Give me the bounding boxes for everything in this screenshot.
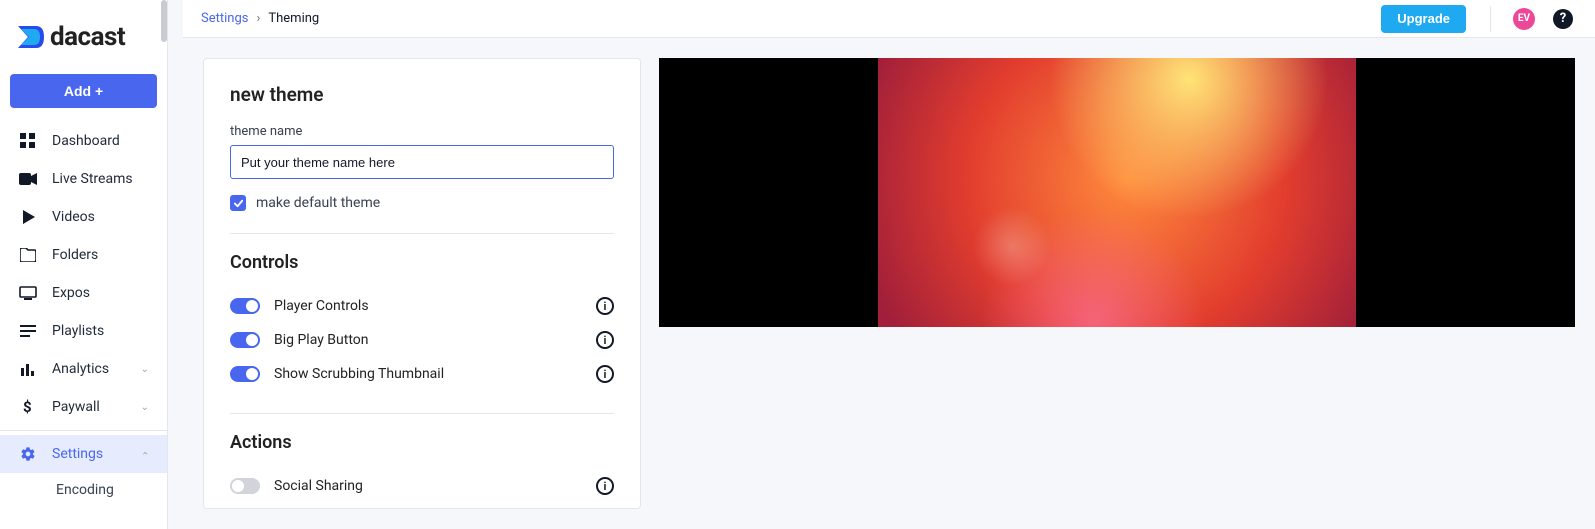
help-icon[interactable]: ? (1553, 9, 1573, 29)
controls-title: Controls (230, 252, 614, 273)
folder-icon (18, 248, 38, 262)
sidebar-item-live-streams[interactable]: Live Streams (0, 160, 167, 198)
dollar-icon: $ (18, 399, 38, 415)
nav-label: Paywall (52, 399, 100, 415)
chevron-down-icon: ⌄ (141, 364, 149, 375)
default-theme-checkbox[interactable] (230, 195, 246, 211)
theme-name-input[interactable] (230, 145, 614, 179)
camera-icon (18, 173, 38, 185)
info-icon[interactable]: i (596, 365, 614, 383)
sidebar-item-analytics[interactable]: Analytics ⌄ (0, 350, 167, 388)
divider (230, 413, 614, 414)
divider (230, 233, 614, 234)
toggle-label: Big Play Button (274, 332, 369, 348)
nav-divider (0, 430, 167, 431)
chevron-right-icon: › (256, 11, 260, 26)
toggle-label: Player Controls (274, 298, 369, 314)
nav-label: Settings (52, 446, 103, 462)
nav-sub-label: Encoding (56, 482, 114, 498)
nav-label: Playlists (52, 323, 104, 339)
toggle-big-play-button[interactable] (230, 332, 260, 348)
play-icon (18, 210, 38, 224)
brand-name: dacast (50, 22, 125, 52)
monitor-icon (18, 286, 38, 300)
nav: Dashboard Live Streams Videos Folders Ex… (0, 122, 167, 529)
panel-title: new theme (230, 83, 614, 106)
toggle-row-embed-code: Embed Code i (230, 503, 614, 509)
breadcrumb-root[interactable]: Settings (201, 11, 248, 26)
toggle-row-social-sharing: Social Sharing i (230, 469, 614, 503)
toggle-social-sharing[interactable] (230, 478, 260, 494)
nav-label: Videos (52, 209, 95, 225)
bars-icon (18, 362, 38, 376)
breadcrumb-current: Theming (268, 11, 319, 26)
theme-name-label: theme name (230, 124, 614, 139)
nav-label: Expos (52, 285, 90, 301)
sidebar-subitem-encoding[interactable]: Encoding (0, 473, 167, 507)
toggle-label: Social Sharing (274, 478, 363, 494)
check-icon (233, 198, 244, 209)
sidebar-item-settings[interactable]: Settings ⌄ (0, 435, 167, 473)
sidebar-item-playlists[interactable]: Playlists (0, 312, 167, 350)
divider (1490, 6, 1491, 32)
info-icon[interactable]: i (596, 297, 614, 315)
sidebar: dacast Add + Dashboard Live Streams Vide… (0, 0, 168, 529)
sidebar-item-dashboard[interactable]: Dashboard (0, 122, 167, 160)
toggle-player-controls[interactable] (230, 298, 260, 314)
toggle-row-big-play-button: Big Play Button i (230, 323, 614, 357)
default-theme-label: make default theme (256, 195, 380, 211)
chevron-up-icon: ⌄ (141, 449, 149, 460)
main: new theme theme name make default theme … (183, 38, 1595, 529)
svg-text:$: $ (23, 399, 32, 415)
nav-label: Analytics (52, 361, 109, 377)
sidebar-item-videos[interactable]: Videos (0, 198, 167, 236)
sidebar-item-paywall[interactable]: $ Paywall ⌄ (0, 388, 167, 426)
sidebar-item-expos[interactable]: Expos (0, 274, 167, 312)
playlist-icon (18, 325, 38, 337)
sidebar-item-folders[interactable]: Folders (0, 236, 167, 274)
info-icon[interactable]: i (596, 477, 614, 495)
nav-label: Dashboard (52, 133, 120, 149)
theme-panel: new theme theme name make default theme … (203, 58, 641, 509)
toggle-row-scrubbing-thumbnail: Show Scrubbing Thumbnail i (230, 357, 614, 391)
video-preview[interactable] (659, 58, 1575, 327)
logo: dacast (0, 0, 167, 66)
toggle-scrubbing-thumbnail[interactable] (230, 366, 260, 382)
info-icon[interactable]: i (596, 331, 614, 349)
toggle-label: Show Scrubbing Thumbnail (274, 366, 444, 382)
nav-label: Live Streams (52, 171, 133, 187)
topbar: Settings › Theming Upgrade EV ? (183, 0, 1595, 38)
dashboard-icon (18, 133, 38, 149)
gear-icon (18, 446, 38, 462)
actions-title: Actions (230, 432, 614, 453)
avatar[interactable]: EV (1513, 8, 1535, 30)
toggle-row-player-controls: Player Controls i (230, 289, 614, 323)
brand-icon (18, 26, 44, 48)
chevron-down-icon: ⌄ (141, 402, 149, 413)
upgrade-button[interactable]: Upgrade (1381, 5, 1466, 33)
preview-image (878, 58, 1356, 327)
add-button[interactable]: Add + (10, 74, 157, 108)
nav-label: Folders (52, 247, 98, 263)
